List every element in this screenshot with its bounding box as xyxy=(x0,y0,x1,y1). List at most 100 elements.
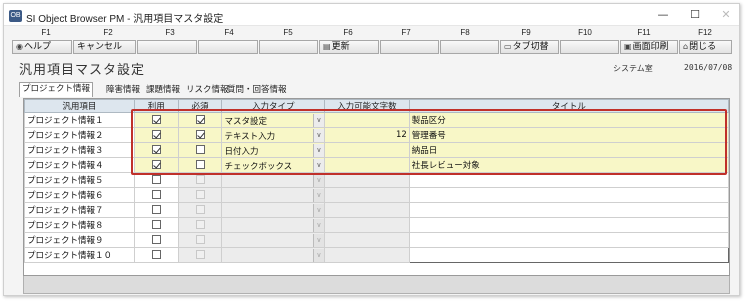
input-type-select[interactable]: ∨ xyxy=(224,218,324,232)
chevron-down-icon[interactable]: ∨ xyxy=(312,143,324,157)
max-length-input[interactable] xyxy=(323,202,410,218)
tab-failure-info[interactable]: 障害情報 xyxy=(103,83,143,97)
use-checkbox[interactable] xyxy=(151,160,161,169)
input-type-value: テキスト入力 xyxy=(224,131,276,142)
max-length-input[interactable] xyxy=(323,187,410,203)
title-input[interactable] xyxy=(408,187,729,203)
title-input[interactable] xyxy=(408,202,729,218)
chevron-down-icon[interactable]: ∨ xyxy=(312,218,324,232)
title-input[interactable] xyxy=(408,247,729,263)
title-input[interactable]: 納品日 xyxy=(408,142,729,158)
required-checkbox[interactable] xyxy=(195,160,205,169)
document-icon: ▤ xyxy=(323,42,331,51)
use-checkbox[interactable] xyxy=(151,190,161,199)
print-screen-button[interactable]: ▣画面印刷 xyxy=(620,40,678,54)
use-cell xyxy=(133,157,179,173)
max-length-input[interactable] xyxy=(323,172,410,188)
required-checkbox[interactable] xyxy=(195,190,205,199)
column-header: 入力タイプ xyxy=(221,99,325,113)
use-checkbox[interactable] xyxy=(151,145,161,154)
minimize-button[interactable]: — xyxy=(655,8,671,22)
close-button[interactable]: ⌂閉じる xyxy=(679,40,732,54)
tab-project-info[interactable]: プロジェクト情報 xyxy=(19,82,94,97)
required-checkbox[interactable] xyxy=(195,175,205,184)
input-type-cell: マスタ設定 ∨ xyxy=(221,112,325,128)
column-header: 汎用項目 xyxy=(24,99,135,113)
max-length-input[interactable] xyxy=(323,217,410,233)
window-title: SI Object Browser PM - 汎用項目マスタ設定 xyxy=(26,14,224,25)
use-checkbox[interactable] xyxy=(151,115,161,124)
use-checkbox[interactable] xyxy=(151,250,161,259)
function-key-labels: F1 F2 F3 F4 F5 F6 F7 F8 F9 F10 F11 F12 xyxy=(4,28,739,40)
input-type-select[interactable]: ∨ xyxy=(224,203,324,217)
tab-switch-button[interactable]: ▭タブ切替 xyxy=(500,40,559,54)
item-name-cell: プロジェクト情報２ xyxy=(24,127,135,143)
required-checkbox[interactable] xyxy=(195,130,205,139)
required-checkbox[interactable] xyxy=(195,115,205,124)
input-type-select[interactable]: マスタ設定 ∨ xyxy=(224,113,324,127)
input-type-select[interactable]: ∨ xyxy=(224,233,324,247)
input-type-select[interactable]: チェックボックス ∨ xyxy=(224,158,324,172)
help-button[interactable]: ◉ヘルプ xyxy=(12,40,72,54)
f7-button[interactable] xyxy=(380,40,439,54)
input-type-select[interactable]: ∨ xyxy=(224,188,324,202)
fkey-label: F2 xyxy=(103,28,113,37)
max-length-input[interactable] xyxy=(323,142,410,158)
input-type-cell: ∨ xyxy=(221,247,325,263)
required-checkbox[interactable] xyxy=(195,205,205,214)
max-length-input[interactable] xyxy=(323,232,410,248)
required-checkbox[interactable] xyxy=(195,250,205,259)
maximize-button[interactable]: ☐ xyxy=(687,8,703,22)
title-input[interactable] xyxy=(408,172,729,188)
title-input[interactable] xyxy=(408,217,729,233)
input-type-select[interactable]: テキスト入力 ∨ xyxy=(224,128,324,142)
title-input[interactable]: 社長レビュー対象 xyxy=(408,157,729,173)
input-type-select[interactable]: ∨ xyxy=(224,173,324,187)
fkey-label: F8 xyxy=(460,28,470,37)
tab-issue-info[interactable]: 課題情報 xyxy=(143,83,183,97)
required-cell xyxy=(177,142,223,158)
max-length-input[interactable] xyxy=(323,247,410,263)
printer-icon: ▣ xyxy=(624,42,632,51)
chevron-down-icon[interactable]: ∨ xyxy=(312,203,324,217)
item-name-cell: プロジェクト情報３ xyxy=(24,142,135,158)
tab-qa-info[interactable]: 質問・回答情報 xyxy=(224,83,290,97)
use-cell xyxy=(133,187,179,203)
max-length-input[interactable] xyxy=(323,157,410,173)
chevron-down-icon[interactable]: ∨ xyxy=(312,173,324,187)
required-checkbox[interactable] xyxy=(195,220,205,229)
use-checkbox[interactable] xyxy=(151,175,161,184)
max-length-input[interactable]: 12 xyxy=(323,127,410,143)
required-cell xyxy=(177,112,223,128)
table-header-row: 汎用項目 利用 必須 入力タイプ 入力可能文字数 タイトル xyxy=(24,99,729,113)
use-checkbox[interactable] xyxy=(151,130,161,139)
close-label: 閉じる xyxy=(689,42,717,52)
use-checkbox[interactable] xyxy=(151,205,161,214)
chevron-down-icon[interactable]: ∨ xyxy=(312,233,324,247)
chevron-down-icon[interactable]: ∨ xyxy=(312,188,324,202)
chevron-down-icon[interactable]: ∨ xyxy=(312,158,324,172)
f5-button[interactable] xyxy=(259,40,318,54)
title-input[interactable]: 製品区分 xyxy=(408,112,729,128)
f4-button[interactable] xyxy=(198,40,258,54)
f8-button[interactable] xyxy=(440,40,499,54)
input-type-select[interactable]: 日付入力 ∨ xyxy=(224,143,324,157)
close-door-icon: ⌂ xyxy=(683,42,689,51)
f3-button[interactable] xyxy=(137,40,197,54)
required-checkbox[interactable] xyxy=(195,145,205,154)
input-type-select[interactable]: ∨ xyxy=(224,248,324,262)
help-label: ヘルプ xyxy=(23,42,51,52)
update-button[interactable]: ▤更新 xyxy=(319,40,379,54)
title-input[interactable]: 管理番号 xyxy=(408,127,729,143)
f10-button[interactable] xyxy=(560,40,619,54)
cancel-button[interactable]: キャンセル xyxy=(73,40,136,54)
use-checkbox[interactable] xyxy=(151,220,161,229)
use-checkbox[interactable] xyxy=(151,235,161,244)
chevron-down-icon[interactable]: ∨ xyxy=(312,128,324,142)
close-window-button[interactable]: ✕ xyxy=(718,8,734,22)
required-checkbox[interactable] xyxy=(195,235,205,244)
chevron-down-icon[interactable]: ∨ xyxy=(312,113,324,127)
max-length-input[interactable] xyxy=(323,112,410,128)
title-input[interactable] xyxy=(408,232,729,248)
chevron-down-icon[interactable]: ∨ xyxy=(312,248,324,262)
